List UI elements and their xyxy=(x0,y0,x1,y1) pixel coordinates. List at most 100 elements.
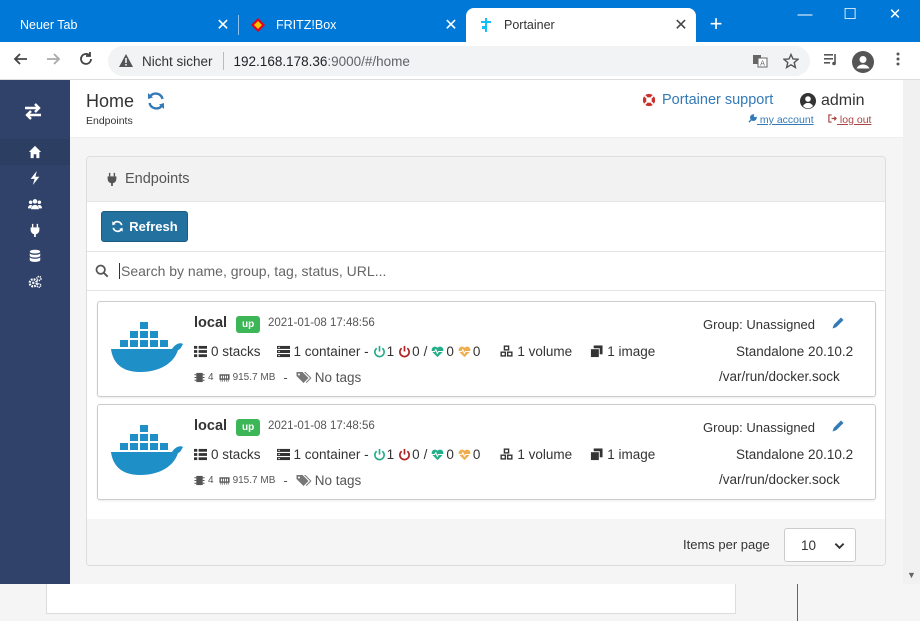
memory-icon xyxy=(219,477,230,485)
maximize-button[interactable]: ☐ xyxy=(827,4,873,28)
tab-title: Portainer xyxy=(504,18,555,32)
svg-text:A: A xyxy=(760,60,765,68)
status-badge: up xyxy=(236,419,261,436)
address-bar[interactable]: Nicht sicher 192.168.178.36:9000/#/home xyxy=(108,46,810,76)
bolt-icon xyxy=(30,171,40,185)
database-icon xyxy=(29,249,41,262)
portainer-support-link[interactable]: Portainer support xyxy=(642,92,773,108)
search-icon xyxy=(95,264,109,278)
url-host: 192.168.178.36 xyxy=(233,53,328,69)
pencil-icon[interactable] xyxy=(831,316,845,330)
tab-neuer-tab[interactable]: Neuer Tab ✕ xyxy=(8,8,238,42)
url-path: :9000/#/home xyxy=(327,53,410,69)
minimize-button[interactable]: — xyxy=(782,4,828,28)
sidebar-item-home[interactable] xyxy=(0,139,70,165)
tab-title: FRITZ!Box xyxy=(276,18,337,32)
endpoint-url: /var/run/docker.sock xyxy=(719,369,840,384)
containers-count: 1 container - xyxy=(293,447,369,462)
healthy-count: 0 xyxy=(446,344,454,359)
tab-portainer[interactable]: Portainer ✕ xyxy=(466,8,696,42)
endpoint-name: local xyxy=(194,418,228,434)
close-icon[interactable]: ✕ xyxy=(670,15,692,35)
docker-logo-icon xyxy=(111,425,183,475)
endpoint-group: Group: Unassigned xyxy=(703,317,816,332)
profile-icon xyxy=(852,51,874,73)
stats-separator: / xyxy=(423,447,428,462)
translate-icon[interactable]: A xyxy=(751,53,769,71)
resource-dash: - xyxy=(283,370,288,385)
back-button[interactable] xyxy=(10,50,32,72)
tags-label: No tags xyxy=(314,473,362,488)
status-badge: up xyxy=(236,316,261,333)
heartbeat-icon xyxy=(432,346,444,358)
my-account-link[interactable]: my account xyxy=(748,114,814,126)
search-input[interactable] xyxy=(119,263,819,279)
exchange-icon xyxy=(25,103,41,120)
portainer-app: Home Endpoints Portainer support admin m… xyxy=(0,80,920,621)
endpoint-stats: 0 stacks 1 container - 1 0 / 0 0 1 volum… xyxy=(194,447,655,462)
sidebar-toggle[interactable] xyxy=(22,100,44,122)
profile-avatar[interactable] xyxy=(852,51,874,73)
log-out-label: log out xyxy=(839,114,872,126)
stacks-count: 0 stacks xyxy=(211,447,261,462)
refresh-label: Refresh xyxy=(129,219,178,234)
sidebar-item-endpoints[interactable] xyxy=(0,217,70,243)
items-per-page-label: Items per page xyxy=(683,537,770,552)
sidebar-item-registries[interactable] xyxy=(0,243,70,269)
th-list-icon xyxy=(194,448,207,461)
sidebar xyxy=(0,80,70,584)
username: admin xyxy=(821,92,865,109)
reload-button[interactable] xyxy=(75,50,97,72)
cubes-icon xyxy=(500,448,513,460)
search-bar xyxy=(87,251,885,291)
life-ring-icon xyxy=(642,93,656,107)
engine-version: Standalone 20.10.2 xyxy=(736,447,854,462)
warning-icon xyxy=(119,54,133,67)
close-icon[interactable]: ✕ xyxy=(212,15,234,35)
pencil-icon[interactable] xyxy=(831,419,845,433)
microchip-icon xyxy=(194,372,205,383)
wrench-icon xyxy=(748,114,757,123)
endpoint-card[interactable]: local up 2021-01-08 17:48:56 Group: Unas… xyxy=(97,404,876,500)
volumes-count: 1 volume xyxy=(517,344,573,359)
plug-icon xyxy=(107,172,117,186)
chevron-down-icon xyxy=(834,543,845,550)
sidebar-item-settings[interactable] xyxy=(0,269,70,295)
star-icon[interactable] xyxy=(782,52,800,71)
page-scrollbar[interactable] xyxy=(903,80,920,584)
memory-icon xyxy=(219,374,230,382)
endpoint-resources: 4 915.7 MB - No tags xyxy=(194,370,361,385)
scroll-down-arrow[interactable]: ▼ xyxy=(903,566,920,584)
running-count: 1 xyxy=(386,447,395,462)
browser-tabstrip: Neuer Tab ✕ FRITZ!Box ✕ Portainer ✕ + — … xyxy=(0,0,920,42)
reading-list-icon[interactable] xyxy=(820,51,842,73)
items-per-page-select[interactable]: 10 xyxy=(784,528,856,562)
forward-button[interactable] xyxy=(42,50,64,72)
containers-count: 1 container - xyxy=(293,344,369,359)
endpoint-card[interactable]: local up 2021-01-08 17:48:56 Group: Unas… xyxy=(97,301,876,397)
tab-fritzbox[interactable]: FRITZ!Box ✕ xyxy=(238,8,466,42)
user-menu: admin xyxy=(800,92,865,110)
endpoint-group: Group: Unassigned xyxy=(703,420,816,435)
refresh-button[interactable]: Refresh xyxy=(101,211,188,242)
sidebar-item-users[interactable] xyxy=(0,191,70,217)
sidebar-item-events[interactable] xyxy=(0,165,70,191)
engine-version: Standalone 20.10.2 xyxy=(736,344,854,359)
cogs-icon xyxy=(28,275,42,288)
user-circle-icon xyxy=(800,93,816,109)
power-off-icon xyxy=(399,448,411,461)
close-window-button[interactable]: ✕ xyxy=(872,4,918,28)
microchip-icon xyxy=(194,475,205,486)
support-label: Portainer support xyxy=(662,92,774,108)
images-count: 1 image xyxy=(607,447,656,462)
refresh-icon[interactable] xyxy=(146,91,166,111)
portainer-icon xyxy=(481,18,491,32)
new-tab-button[interactable]: + xyxy=(704,13,728,35)
memory-total: 915.7 MB xyxy=(232,475,276,486)
more-menu-icon[interactable] xyxy=(887,51,909,73)
endpoint-stats: 0 stacks 1 container - 1 0 / 0 0 1 volum… xyxy=(194,344,655,359)
log-out-link[interactable]: log out xyxy=(828,114,871,126)
cubes-icon xyxy=(500,345,513,357)
close-icon[interactable]: ✕ xyxy=(440,15,462,35)
memory-total: 915.7 MB xyxy=(232,372,276,383)
